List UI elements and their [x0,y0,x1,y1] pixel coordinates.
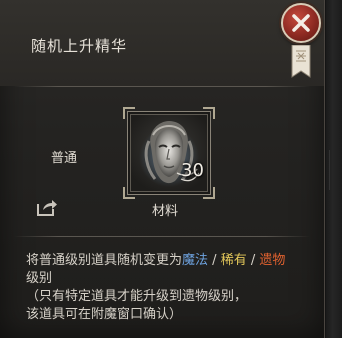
item-slot [123,107,215,199]
share-icon [37,200,57,216]
share-button[interactable] [36,197,58,217]
description-line: 将普通级别道具随机变更为魔法 / 稀有 / 遗物 [26,252,316,270]
item-description: 将普通级别道具随机变更为魔法 / 稀有 / 遗物 级别 （只有特定道具才能升级到… [26,252,316,324]
description-text: 将普通级别道具随机变更为 [26,253,183,268]
item-quality-label: 普通 [51,151,78,166]
banner-icon [291,45,311,78]
frame-corner [203,107,215,119]
section-divider [14,236,310,237]
description-line: 级别 [26,271,53,286]
frame-corner [123,187,135,199]
frame-corner [203,187,215,199]
item-quantity: 30 [181,160,204,181]
title-divider [14,86,310,87]
close-icon [292,14,310,32]
rare-grade-text: 稀有 [220,253,247,268]
background-panel [326,0,342,338]
background-ornament [329,150,340,190]
separator-text: / [246,253,260,268]
description-note-line: （只有特定道具才能升级到遗物级别， [26,289,248,304]
frame-corner [123,107,135,119]
item-title: 随机上升精华 [31,37,128,55]
close-button[interactable] [281,3,321,43]
item-type-label: 材料 [152,204,179,219]
title-bar: 随机上升精华 [0,0,324,86]
separator-text: / [208,253,221,268]
relic-grade-text: 遗物 [259,253,286,268]
item-tooltip: 随机上升精华 普通 30 材料 将普通级别道具随机变更为魔法 / 稀有 / 遗物… [0,0,325,338]
description-note-line: 该道具可在附魔窗口确认） [26,307,183,322]
magic-grade-text: 魔法 [182,253,209,268]
